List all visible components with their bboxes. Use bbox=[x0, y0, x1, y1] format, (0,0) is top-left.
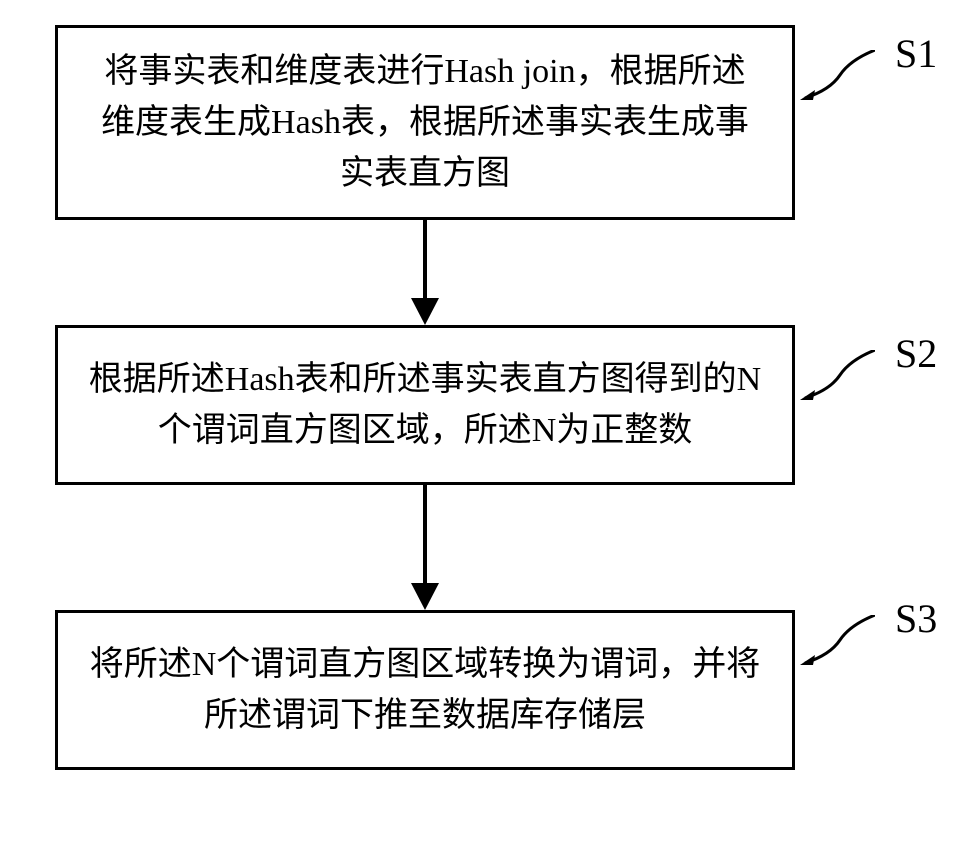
label-connector-s2 bbox=[800, 350, 875, 400]
step-label-s2: S2 bbox=[895, 330, 937, 377]
step-text-s2: 根据所述Hash表和所述事实表直方图得到的N个谓词直方图区域，所述N为正整数 bbox=[88, 354, 762, 456]
step-text-s3: 将所述N个谓词直方图区域转换为谓词，并将所述谓词下推至数据库存储层 bbox=[88, 639, 762, 741]
step-label-s1: S1 bbox=[895, 30, 937, 77]
arrow-s1-s2 bbox=[420, 220, 430, 325]
step-box-s2: 根据所述Hash表和所述事实表直方图得到的N个谓词直方图区域，所述N为正整数 bbox=[55, 325, 795, 485]
label-connector-s3 bbox=[800, 615, 875, 665]
flowchart-container: 将事实表和维度表进行Hash join，根据所述维度表生成Hash表，根据所述事… bbox=[0, 0, 970, 843]
step-label-s3: S3 bbox=[895, 595, 937, 642]
step-text-s1: 将事实表和维度表进行Hash join，根据所述维度表生成Hash表，根据所述事… bbox=[88, 46, 762, 199]
step-box-s3: 将所述N个谓词直方图区域转换为谓词，并将所述谓词下推至数据库存储层 bbox=[55, 610, 795, 770]
arrow-s2-s3 bbox=[420, 485, 430, 610]
step-box-s1: 将事实表和维度表进行Hash join，根据所述维度表生成Hash表，根据所述事… bbox=[55, 25, 795, 220]
label-connector-s1 bbox=[800, 50, 875, 100]
